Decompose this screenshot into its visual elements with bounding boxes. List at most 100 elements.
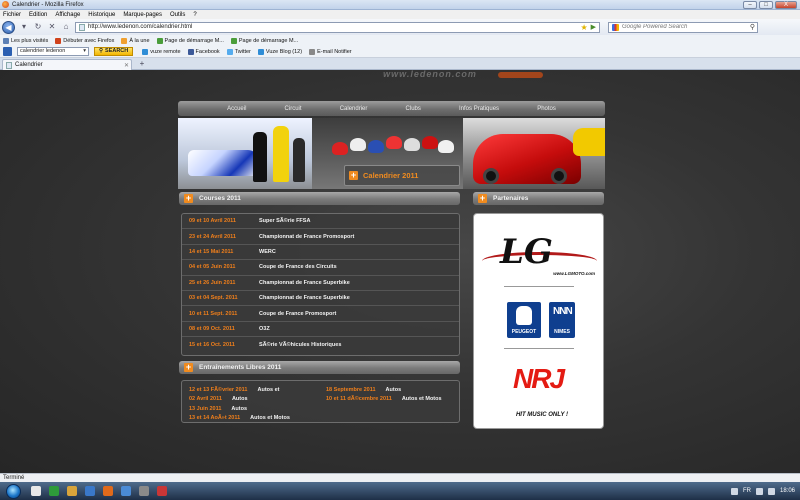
back-button[interactable]: ◀ (2, 20, 15, 34)
volume-icon[interactable] (755, 487, 763, 495)
navigation-bar: ◀ ▾ ↻ ✕ ⌂ http://www.ledenon.com/calendr… (0, 19, 800, 35)
menu-edition[interactable]: Edition (29, 12, 47, 18)
calendar-banner-button[interactable]: + Calendrier 2011 (344, 165, 460, 186)
training-type: Autos (385, 386, 402, 393)
nrj-logo[interactable]: NRJ (509, 364, 573, 404)
race-row[interactable]: 03 et 04 Sept. 2011 Championnat de France… (182, 291, 459, 307)
taskbar-app-icon[interactable] (49, 486, 59, 496)
clock[interactable]: 18:06 (780, 488, 795, 494)
nimes-logo[interactable]: NNN NIMES (549, 302, 575, 338)
maximize-button[interactable]: □ (759, 0, 773, 9)
toolbar-item[interactable]: Facebook (187, 48, 220, 55)
taskbar-app-icon[interactable] (67, 486, 77, 496)
toolbar-search-field[interactable]: calendrier ledenon ▾ (17, 47, 89, 56)
training-title: Entraînements Libres 2011 (199, 364, 282, 371)
bookmark-item[interactable]: Page de démarrage M... (230, 37, 298, 44)
nav-calendrier[interactable]: Calendrier (340, 106, 368, 112)
toolbar-item[interactable]: Vuze Blog (12) (257, 48, 302, 55)
race-date: 15 et 16 Oct. 2011 (189, 341, 235, 348)
race-row[interactable]: 04 et 05 Juin 2011 Coupe de France des Ci… (182, 260, 459, 276)
stop-icon[interactable]: ✕ (47, 22, 57, 32)
race-row[interactable]: 23 et 24 Avril 2011 Championnat de France… (182, 229, 459, 245)
taskbar-app-icon[interactable] (103, 486, 113, 496)
bookmark-item[interactable]: Débuter avec Firefox (55, 37, 114, 44)
race-name[interactable]: Championnat de France Superbike (259, 295, 350, 301)
toolbar-item[interactable]: E-mail Notifier (309, 48, 352, 55)
race-name[interactable]: Championnat de France Promosport (259, 234, 354, 240)
nav-photos[interactable]: Photos (537, 106, 556, 112)
nav-circuit[interactable]: Circuit (285, 106, 302, 112)
forward-dropdown-icon[interactable]: ▾ (19, 22, 29, 32)
race-name[interactable]: Coupe de France Promosport (259, 311, 336, 317)
bookmark-star-icon[interactable]: ★ (580, 23, 587, 32)
nav-clubs[interactable]: Clubs (406, 106, 421, 112)
menu-help[interactable]: ? (193, 12, 196, 18)
address-url[interactable]: http://www.ledenon.com/calendrier.html (88, 24, 192, 30)
bookmark-label: Les plus visités (11, 37, 49, 44)
dropdown-icon[interactable]: ▾ (83, 48, 86, 55)
race-row[interactable]: 10 et 11 Sept. 2011 Coupe de France Promo… (182, 306, 459, 322)
plus-icon[interactable]: + (184, 194, 193, 203)
race-row[interactable]: 15 et 16 Oct. 2011 SÃ©rie VÃ©hicules Hist… (182, 337, 459, 352)
race-name[interactable]: Coupe de France des Circuits (259, 264, 337, 270)
taskbar-app-icon[interactable] (85, 486, 95, 496)
race-row[interactable]: 14 et 15 Mai 2011 WERC (182, 245, 459, 261)
status-text: Terminé (3, 475, 25, 481)
address-bar[interactable]: http://www.ledenon.com/calendrier.html ★… (75, 21, 600, 33)
plus-icon: + (349, 170, 358, 180)
close-button[interactable]: X (775, 0, 797, 9)
minimize-button[interactable]: – (743, 0, 757, 9)
go-arrow-icon[interactable]: ▶ (591, 23, 596, 31)
toolbar-search-button[interactable]: ⚲ SEARCH (94, 47, 134, 56)
race-name[interactable]: Championnat de France Superbike (259, 280, 350, 286)
race-row[interactable]: 08 et 09 Oct. 2011 O3Z (182, 322, 459, 338)
search-box[interactable]: ⚲ (608, 21, 758, 33)
peugeot-logo[interactable]: PEUGEOT (507, 302, 541, 338)
race-name[interactable]: WERC (259, 249, 276, 255)
menu-outils[interactable]: Outils (170, 12, 185, 18)
race-date: 25 et 26 Juin 2011 (189, 279, 236, 286)
partners-title: Partenaires (493, 195, 529, 202)
bookmark-item[interactable]: Les plus visités (3, 37, 49, 44)
new-tab-button[interactable]: + (137, 60, 147, 69)
tray-language[interactable]: FR (743, 488, 751, 494)
tray-icon[interactable] (730, 487, 738, 495)
race-row[interactable]: 09 et 10 Avril 2011 Super SÃ©rie FFSA (182, 214, 459, 230)
network-icon[interactable] (767, 487, 775, 495)
race-name[interactable]: Super SÃ©rie FFSA (259, 218, 310, 224)
toolbar-item[interactable]: vuze remote (142, 48, 181, 55)
taskbar-app-icon[interactable] (157, 486, 167, 496)
race-name[interactable]: O3Z (259, 326, 270, 332)
bookmark-item[interactable]: À la une (121, 37, 150, 44)
taskbar-app-icon[interactable] (121, 486, 131, 496)
menu-historique[interactable]: Historique (88, 12, 115, 18)
nav-infos-pratiques[interactable]: Infos Pratiques (459, 106, 499, 112)
training-row: 02 Avril 2011 Autos (189, 395, 290, 405)
training-date: 13 Juin 2011 (189, 405, 222, 412)
tab-calendrier[interactable]: Calendrier ✕ (2, 59, 132, 70)
bookmark-label: À la une (129, 37, 150, 44)
reload-icon[interactable]: ↻ (33, 22, 43, 32)
taskbar-app-icon[interactable] (31, 486, 41, 496)
menu-fichier[interactable]: Fichier (3, 12, 21, 18)
race-name[interactable]: SÃ©rie VÃ©hicules Historiques (259, 342, 341, 348)
toolbar-item[interactable]: Twitter (226, 48, 251, 55)
race-date: 14 et 15 Mai 2011 (189, 248, 234, 255)
search-input[interactable] (622, 24, 742, 30)
bookmark-item[interactable]: Page de démarrage M... (156, 37, 224, 44)
taskbar-app-icon[interactable] (139, 486, 149, 496)
plus-icon[interactable]: + (184, 363, 193, 372)
race-row[interactable]: 25 et 26 Juin 2011 Championnat de France … (182, 276, 459, 291)
nav-accueil[interactable]: Accueil (227, 106, 246, 112)
start-button[interactable] (6, 483, 21, 499)
close-tab-icon[interactable]: ✕ (124, 62, 129, 69)
menu-affichage[interactable]: Affichage (55, 12, 80, 18)
plus-icon[interactable]: + (478, 194, 487, 203)
tab-label: Calendrier (15, 62, 43, 68)
search-icon[interactable]: ⚲ (750, 23, 755, 31)
home-icon[interactable]: ⌂ (61, 22, 71, 32)
lg-logo-text: LG (500, 232, 553, 272)
menu-marque-pages[interactable]: Marque-pages (123, 12, 162, 18)
toolbar-item-icon (257, 48, 264, 55)
lg-moto-logo[interactable]: LG www.LGMOTO.com (482, 232, 597, 276)
